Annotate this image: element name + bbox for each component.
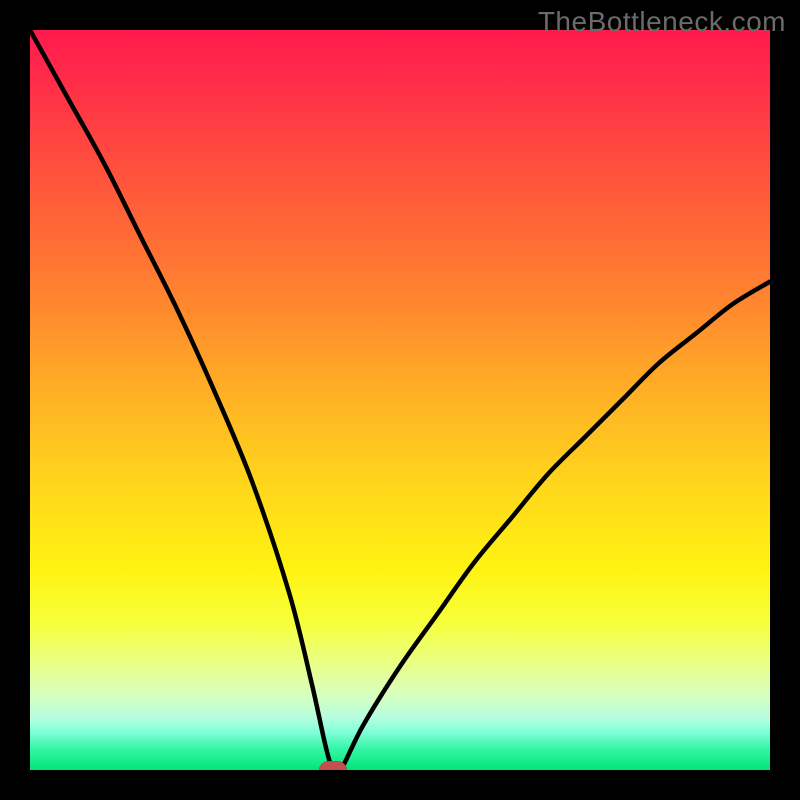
bottleneck-curve	[30, 30, 770, 770]
chart-frame: TheBottleneck.com	[0, 0, 800, 800]
watermark-text: TheBottleneck.com	[538, 6, 786, 38]
plot-area	[30, 30, 770, 770]
optimal-marker	[319, 761, 347, 770]
